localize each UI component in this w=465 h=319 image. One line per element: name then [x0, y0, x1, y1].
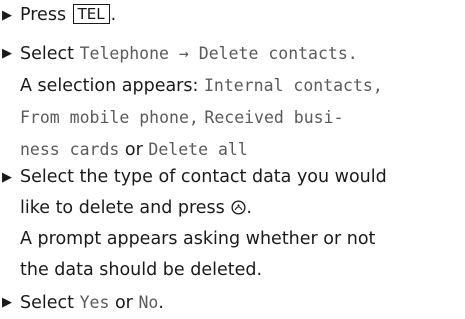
- tel-key-label: TEL: [72, 4, 110, 24]
- step-select-delete-contacts: ▶ Select Telephone → Delete contacts. A …: [0, 38, 465, 166]
- step-select-yes-no: ▶ Select Yes or No.: [0, 287, 465, 319]
- punctuation: .: [158, 293, 164, 313]
- option-internal-contacts: Internal contacts,: [203, 76, 383, 95]
- menu-path: Telephone → Delete contacts.: [79, 44, 358, 63]
- bullet-arrow-icon: ▶: [2, 170, 12, 185]
- option-no: No: [138, 293, 159, 312]
- step-text: Press: [20, 5, 67, 25]
- step-text: like to delete and press: [20, 198, 225, 218]
- bullet-arrow-icon: ▶: [2, 46, 12, 61]
- step-select-contact-type: ▶ Select the type of contact data you wo…: [0, 162, 465, 286]
- prompt-text: A prompt appears asking whether or not: [20, 229, 376, 249]
- joiner-text: or: [124, 140, 143, 160]
- step-text: Select the type of contact data you woul…: [20, 167, 387, 187]
- instruction-list: ▶ Press TEL. ▶ Select Telephone → Delete…: [0, 0, 465, 318]
- step-text: Select: [20, 44, 74, 64]
- step-text: A selection appears:: [20, 76, 199, 96]
- step-text: Select: [20, 293, 74, 313]
- bullet-arrow-icon: ▶: [2, 295, 12, 310]
- option-delete-all: Delete all: [148, 140, 248, 159]
- punctuation: .: [246, 198, 252, 218]
- prompt-text: the data should be deleted.: [20, 260, 263, 280]
- rotary-controller-icon: [231, 200, 246, 215]
- option-received-business-cards-part2: ness cards: [20, 140, 120, 159]
- punctuation: .: [110, 5, 117, 25]
- joiner-text: or: [114, 293, 133, 313]
- bullet-arrow-icon: ▶: [2, 8, 12, 23]
- option-from-mobile-phone: From mobile phone,: [20, 108, 199, 127]
- step-press-tel: ▶ Press TEL.: [0, 0, 465, 31]
- option-yes: Yes: [79, 293, 110, 312]
- option-received-business-cards-part1: Received busi-: [204, 108, 344, 127]
